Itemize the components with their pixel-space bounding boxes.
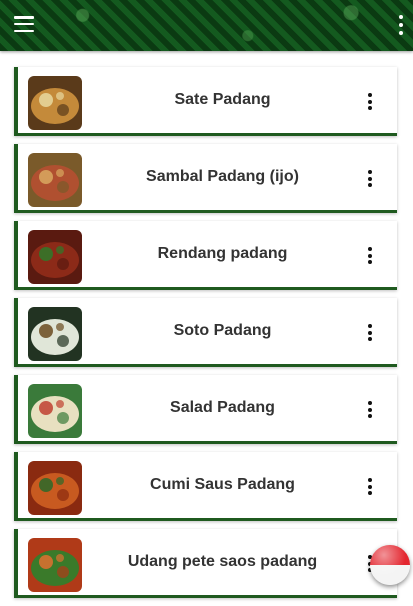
recipe-list: Sate Padang Sambal Padang (ijo) Rendang pa… <box>14 67 397 606</box>
indonesia-flag-button[interactable] <box>370 545 410 585</box>
more-options-icon[interactable] <box>367 247 373 264</box>
recipe-thumbnail <box>28 76 82 130</box>
recipe-thumbnail <box>28 384 82 438</box>
more-options-icon[interactable] <box>367 170 373 187</box>
recipe-card[interactable]: Sambal Padang (ijo) <box>14 144 397 213</box>
recipe-card[interactable]: Soto Padang <box>14 298 397 367</box>
recipe-thumbnail <box>28 153 82 207</box>
more-options-icon[interactable] <box>367 401 373 418</box>
recipe-title: Salad Padang <box>170 399 275 416</box>
recipe-thumbnail <box>28 230 82 284</box>
recipe-title: Rendang padang <box>157 245 288 262</box>
recipe-title: Udang pete saos padang <box>127 553 318 570</box>
app-bar <box>0 0 413 51</box>
recipe-title: Soto Padang <box>173 322 272 339</box>
recipe-title: Cumi Saus Padang <box>150 476 295 493</box>
recipe-card[interactable]: Sate Padang <box>14 67 397 136</box>
recipe-thumbnail <box>28 461 82 515</box>
more-options-icon[interactable] <box>367 478 373 495</box>
recipe-card[interactable]: Udang pete saos padang <box>14 529 397 598</box>
hamburger-menu-icon[interactable] <box>14 16 34 32</box>
more-options-icon[interactable] <box>367 93 373 110</box>
recipe-thumbnail <box>28 307 82 361</box>
recipe-card[interactable]: Salad Padang <box>14 375 397 444</box>
recipe-card[interactable]: Rendang padang <box>14 221 397 290</box>
more-options-icon[interactable] <box>367 324 373 341</box>
recipe-thumbnail <box>28 538 82 592</box>
recipe-card[interactable]: Cumi Saus Padang <box>14 452 397 521</box>
recipe-title: Sate Padang <box>174 91 271 108</box>
overflow-menu-icon[interactable] <box>397 15 405 35</box>
recipe-title: Sambal Padang (ijo) <box>146 168 299 185</box>
